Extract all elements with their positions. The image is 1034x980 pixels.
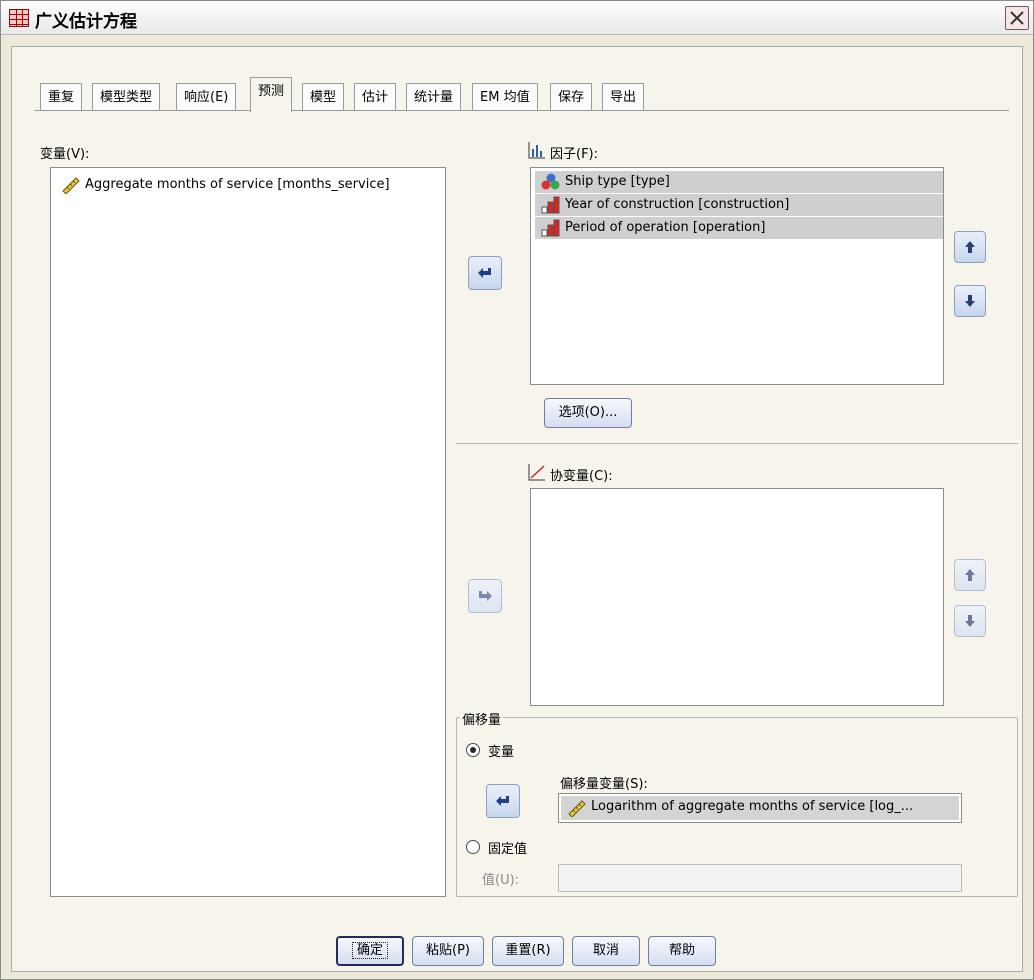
- nominal-icon: [541, 173, 560, 190]
- list-item[interactable]: Year of construction [construction]: [535, 194, 943, 216]
- divider: [456, 443, 1018, 444]
- list-item[interactable]: Ship type [type]: [535, 171, 943, 193]
- factor-name: Period of operation [operation]: [565, 220, 766, 235]
- list-item[interactable]: Aggregate months of service [months_serv…: [55, 174, 394, 196]
- tab-repeated[interactable]: 重复: [40, 83, 83, 111]
- factor-name: Ship type [type]: [565, 174, 670, 189]
- paste-button[interactable]: 粘贴(P): [412, 936, 484, 966]
- tab-statistics[interactable]: 统计量: [406, 83, 462, 111]
- offset-value-field[interactable]: [558, 864, 962, 892]
- factors-icon: [528, 142, 545, 159]
- offset-variable-radio[interactable]: [466, 743, 480, 757]
- covariates-listbox[interactable]: [530, 488, 944, 706]
- scale-ruler-icon: [62, 177, 80, 194]
- move-covariate-button[interactable]: [468, 579, 502, 613]
- dialog-body: 重复 模型类型 响应(E) 预测 模型 估计 统计量 EM 均值 保存 导出 变…: [11, 46, 1023, 972]
- list-item[interactable]: Period of operation [operation]: [535, 217, 943, 239]
- move-offset-button[interactable]: [486, 784, 520, 818]
- move-factor-button[interactable]: [468, 256, 502, 290]
- ordinal-icon: [541, 196, 560, 214]
- factor-move-up-button[interactable]: [954, 231, 986, 263]
- dialog-icon: [9, 9, 29, 27]
- arrow-down-icon: [965, 615, 975, 627]
- factors-listbox[interactable]: Ship type [type] Year of construction [c…: [530, 167, 944, 385]
- offset-group-label: 偏移量: [460, 709, 504, 728]
- ok-button-label: 确定: [351, 942, 389, 959]
- cancel-button[interactable]: 取消: [572, 936, 640, 966]
- title-bar: 广义估计方程: [1, 1, 1033, 35]
- offset-fixed-radio[interactable]: [466, 840, 480, 854]
- tab-response[interactable]: 响应(E): [176, 83, 237, 111]
- arrow-left-icon: [496, 796, 509, 806]
- covariate-move-up-button[interactable]: [954, 559, 986, 591]
- variable-name: Aggregate months of service [months_serv…: [85, 177, 390, 192]
- close-button[interactable]: [1005, 6, 1029, 30]
- help-button[interactable]: 帮助: [648, 936, 716, 966]
- offset-variable-selection: Logarithm of aggregate months of service…: [561, 796, 959, 820]
- arrow-down-icon: [965, 295, 975, 307]
- close-icon: [1010, 11, 1024, 25]
- factors-label: 因子(F):: [550, 147, 599, 162]
- offset-fixed-radio-label: 固定值: [488, 842, 528, 857]
- tab-predictors[interactable]: 预测: [250, 77, 293, 112]
- tab-estimation[interactable]: 估计: [354, 83, 397, 111]
- tab-em-means[interactable]: EM 均值: [472, 83, 538, 111]
- covariates-icon: [528, 464, 545, 481]
- offset-value-label: 值(U):: [482, 873, 520, 888]
- variables-listbox[interactable]: Aggregate months of service [months_serv…: [50, 167, 446, 897]
- covariate-move-down-button[interactable]: [954, 605, 986, 637]
- factor-options-button[interactable]: 选项(O)...: [544, 398, 632, 428]
- tab-model-type[interactable]: 模型类型: [92, 83, 161, 111]
- offset-variable-value: Logarithm of aggregate months of service…: [591, 799, 914, 814]
- arrow-left-icon: [478, 268, 491, 278]
- gee-dialog-window: 广义估计方程 重复 模型类型 响应(E) 预测 模型 估计 统计量 EM 均值 …: [0, 0, 1034, 980]
- arrow-up-icon: [965, 241, 975, 253]
- arrow-up-icon: [965, 569, 975, 581]
- offset-variable-radio-label: 变量: [488, 745, 515, 760]
- arrow-right-icon: [479, 591, 492, 601]
- tab-model[interactable]: 模型: [302, 83, 345, 111]
- window-title: 广义估计方程: [35, 12, 137, 32]
- scale-ruler-icon: [568, 800, 586, 817]
- factor-move-down-button[interactable]: [954, 285, 986, 317]
- tab-strip: 重复 模型类型 响应(E) 预测 模型 估计 统计量 EM 均值 保存 导出: [40, 75, 1000, 112]
- covariates-label: 协变量(C):: [550, 469, 613, 484]
- ok-button[interactable]: 确定: [336, 936, 404, 966]
- reset-button[interactable]: 重置(R): [492, 936, 564, 966]
- offset-variable-label: 偏移量变量(S):: [560, 777, 648, 792]
- factor-name: Year of construction [construction]: [565, 197, 790, 212]
- predictors-panel: 变量(V): Aggregate months of service [mont…: [34, 110, 1018, 897]
- ordinal-icon: [541, 219, 560, 237]
- offset-variable-field[interactable]: Logarithm of aggregate months of service…: [558, 793, 962, 823]
- tab-export[interactable]: 导出: [602, 83, 645, 111]
- tab-save[interactable]: 保存: [550, 83, 593, 111]
- variables-label: 变量(V):: [40, 147, 90, 162]
